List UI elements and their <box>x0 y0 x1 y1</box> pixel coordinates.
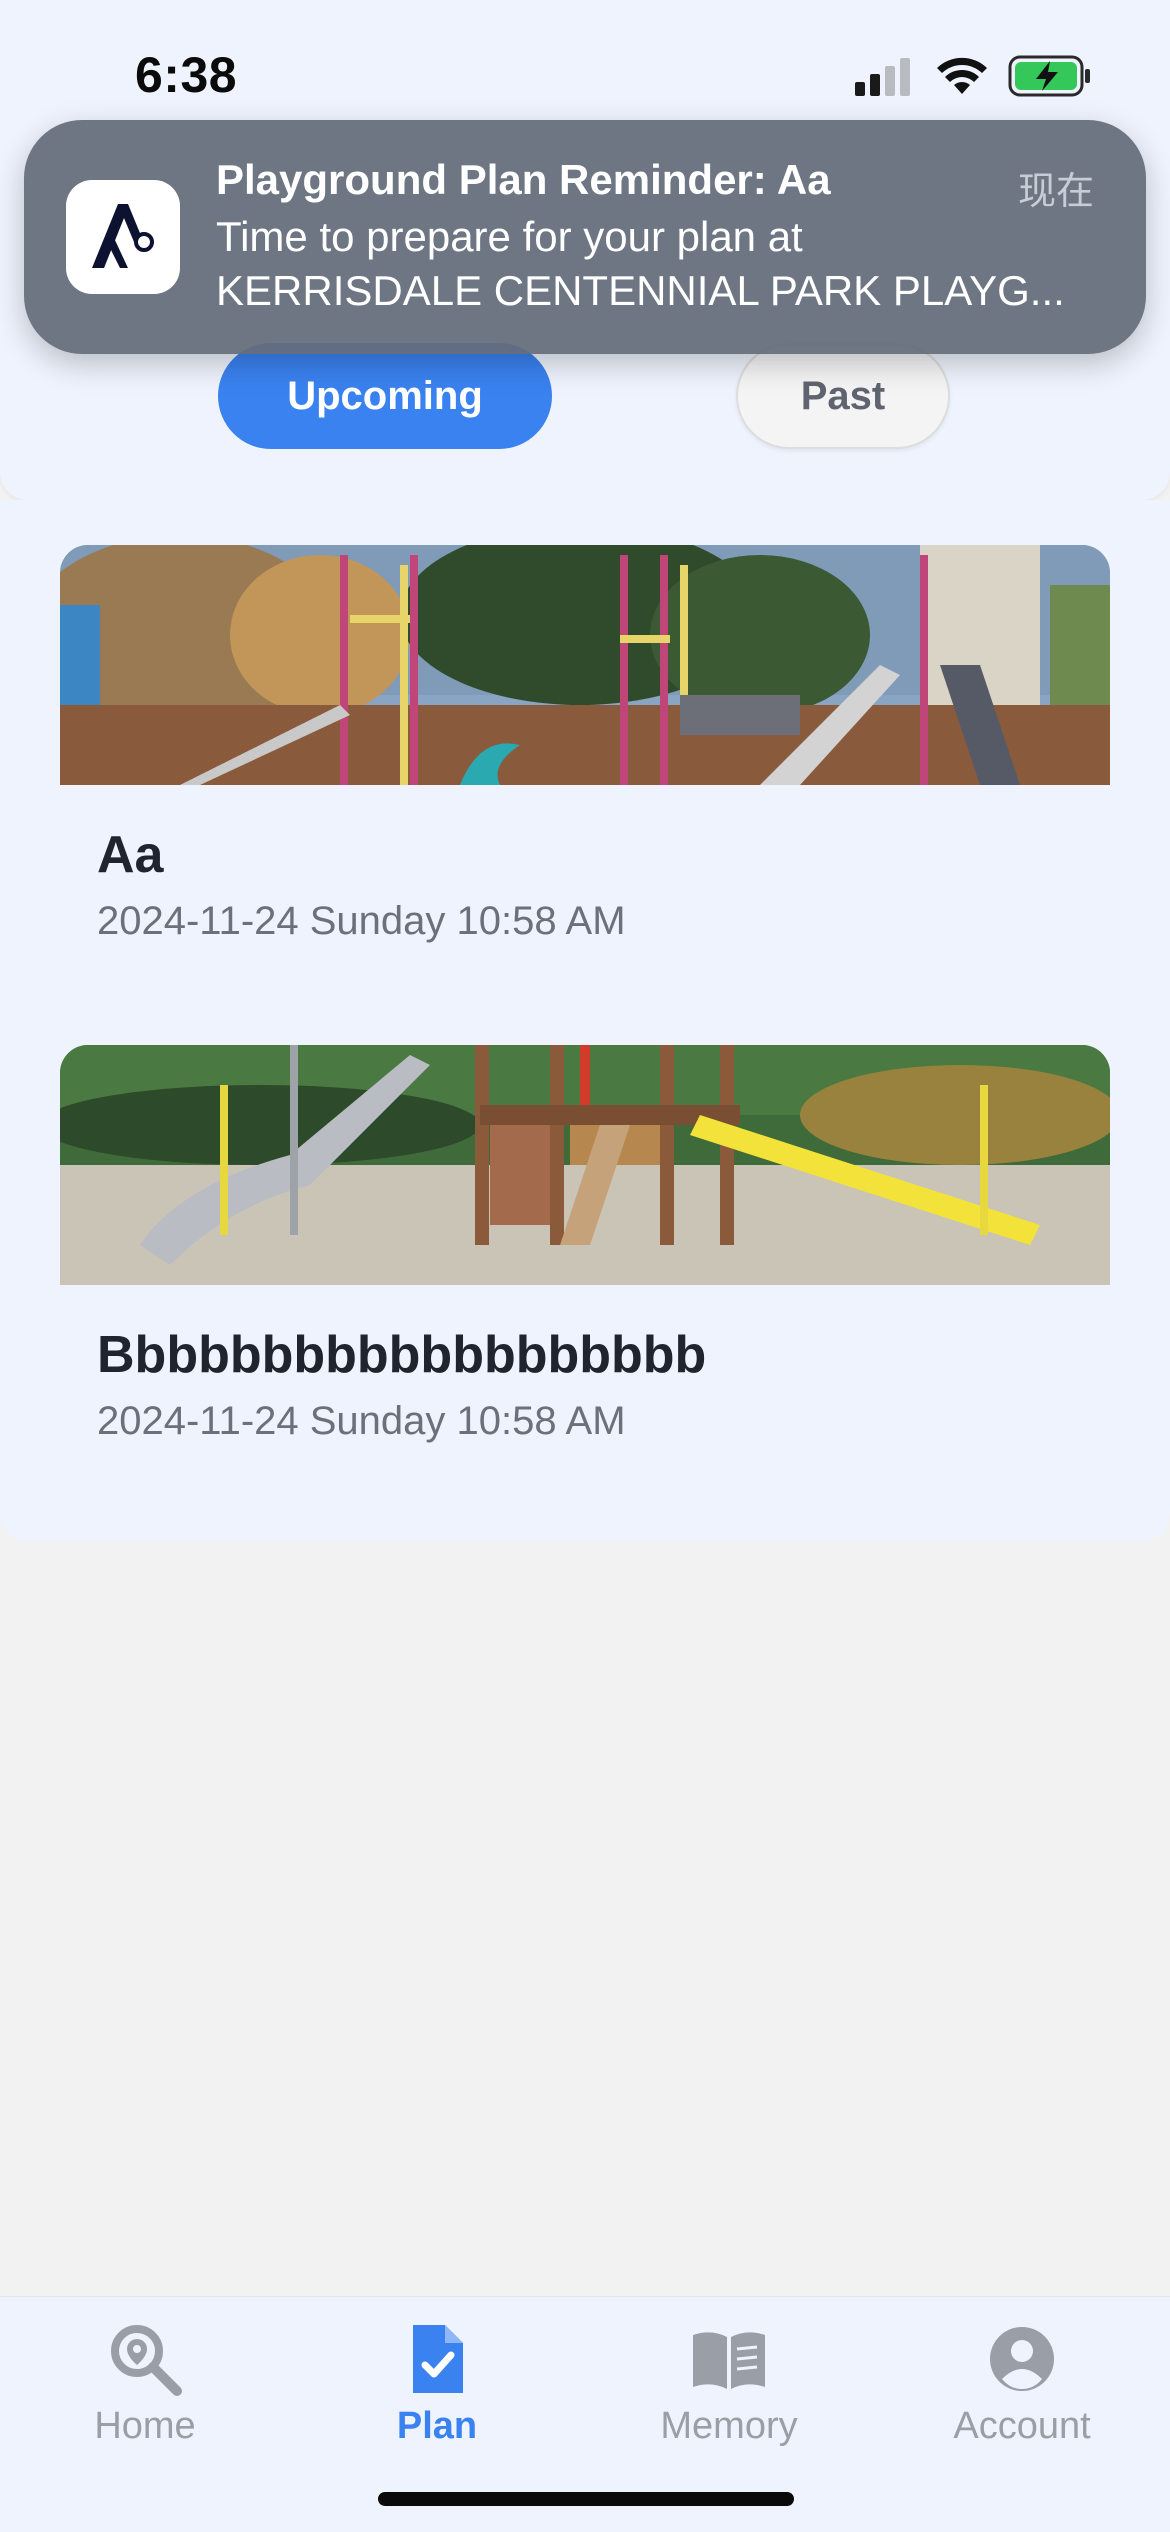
notification-body: Time to prepare for your plan at KERRISD… <box>216 210 1116 318</box>
notification-time: 现在 <box>1017 171 1094 213</box>
tab-account[interactable]: Account <box>922 2319 1122 2448</box>
user-circle-icon <box>990 2327 1054 2391</box>
cellular-signal-icon <box>855 58 910 96</box>
plan-date: 2024-11-24 Sunday 10:58 AM <box>97 1399 626 1443</box>
playground-photo-1 <box>60 545 1110 785</box>
status-time: 6:38 <box>135 47 238 103</box>
tab-home[interactable]: Home <box>45 2319 245 2448</box>
plan-date: 2024-11-24 Sunday 10:58 AM <box>97 899 626 943</box>
notification-banner[interactable]: Playground Plan Reminder: Aa 现在 Time to … <box>24 120 1146 354</box>
plan-title: Bbbbbbbbbbbbbbbbbbb <box>97 1326 707 1384</box>
notification-title: Playground Plan Reminder: Aa <box>216 156 831 203</box>
tab-memory[interactable]: Memory <box>629 2319 829 2448</box>
notification-body-line-1: Time to prepare for your plan at <box>216 213 803 260</box>
checklist-document-icon <box>413 2325 463 2393</box>
tab-plan-label: Plan <box>396 2405 478 2447</box>
home-indicator[interactable] <box>378 2492 794 2506</box>
plans-list: Aa 2024-11-24 Sunday 10:58 AM Bbbbbbbbbb… <box>0 500 1170 1542</box>
plan-title: Aa <box>97 826 164 884</box>
plan-image <box>60 1045 1110 1285</box>
tab-past[interactable]: Past <box>736 343 950 449</box>
playground-photo-2 <box>60 1045 1110 1285</box>
open-book-icon <box>693 2332 765 2389</box>
search-location-icon <box>111 2325 182 2396</box>
tab-upcoming[interactable]: Upcoming <box>218 343 552 449</box>
plan-image <box>60 545 1110 785</box>
plan-card[interactable]: Aa 2024-11-24 Sunday 10:58 AM <box>60 545 1110 965</box>
tab-plan[interactable]: Plan <box>337 2319 537 2448</box>
tab-home-label: Home <box>94 2405 196 2447</box>
tab-account-label: Account <box>953 2405 1091 2447</box>
battery-charging-icon <box>1008 55 1090 97</box>
app-icon <box>66 180 180 294</box>
wifi-icon <box>937 57 987 94</box>
tab-memory-label: Memory <box>660 2405 798 2447</box>
notification-body-line-2: KERRISDALE CENTENNIAL PARK PLAYG... <box>216 267 1065 314</box>
app-logo-icon <box>92 204 154 268</box>
plan-card[interactable]: Bbbbbbbbbbbbbbbbbbb 2024-11-24 Sunday 10… <box>60 1045 1110 1465</box>
